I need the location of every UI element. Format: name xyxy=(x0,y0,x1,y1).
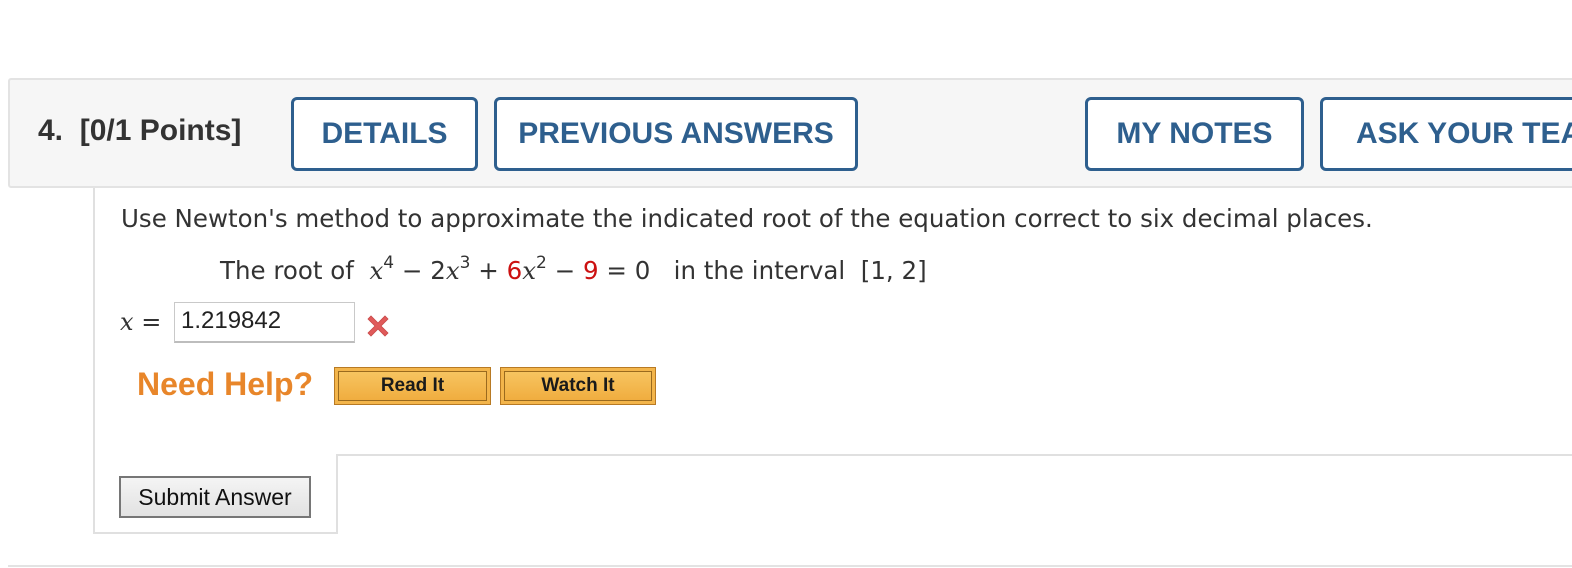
question-points-label: [0/1 Points] xyxy=(79,114,242,147)
eq-term3-var: x xyxy=(522,256,537,285)
question-number: 4. [0/1 Points] xyxy=(38,114,241,148)
answer-variable: x xyxy=(120,308,134,336)
eq-op2: + xyxy=(478,256,499,285)
divider xyxy=(8,565,1572,567)
eq-term2-exp: 3 xyxy=(459,252,471,273)
interval-prefix: in the interval xyxy=(673,256,846,285)
submit-panel-border-right xyxy=(336,454,338,534)
eq-term1-exp: 4 xyxy=(383,252,395,273)
answer-equals: = xyxy=(141,308,162,336)
equation-prefix: The root of xyxy=(220,256,354,285)
submit-panel-border-bottom xyxy=(93,532,338,534)
eq-term2-coef: 2 xyxy=(430,256,446,285)
eq-op3: − xyxy=(554,256,576,285)
eq-constant: 9 xyxy=(583,256,599,285)
problem-prompt: Use Newton's method to approximate the i… xyxy=(121,204,1373,233)
details-button[interactable]: DETAILS xyxy=(291,97,478,171)
question-page: 4. [0/1 Points] DETAILS PREVIOUS ANSWERS… xyxy=(0,0,1572,568)
need-help-label: Need Help? xyxy=(137,366,314,402)
question-body xyxy=(93,188,1572,534)
answer-input[interactable]: 1.219842 xyxy=(174,302,355,343)
eq-term3-exp: 2 xyxy=(536,252,547,273)
read-it-label: Read It xyxy=(338,371,487,401)
eq-equals: = 0 xyxy=(606,256,651,285)
previous-answers-button[interactable]: PREVIOUS ANSWERS xyxy=(494,97,858,171)
watch-it-label: Watch It xyxy=(504,371,652,401)
answer-label: x = xyxy=(120,308,161,336)
interval: [1, 2] xyxy=(860,256,927,285)
question-number-label: 4. xyxy=(38,114,64,147)
submit-panel-border xyxy=(337,454,1572,456)
eq-op1: − xyxy=(401,256,423,285)
equation-line: The root of x4 − 2x3 + 6x2 − 9 = 0 in th… xyxy=(220,252,927,285)
eq-term2-var: x xyxy=(445,256,460,285)
submit-answer-button[interactable]: Submit Answer xyxy=(119,476,311,518)
watch-it-button[interactable]: Watch It xyxy=(500,367,656,405)
ask-your-teacher-button[interactable]: ASK YOUR TEACHER xyxy=(1320,97,1572,171)
eq-term1-var: x xyxy=(369,256,384,285)
read-it-button[interactable]: Read It xyxy=(334,367,491,405)
equation: x4 − 2x3 + 6x2 − 9 = 0 xyxy=(369,252,658,285)
x-mark-icon xyxy=(367,315,389,337)
my-notes-button[interactable]: MY NOTES xyxy=(1085,97,1304,171)
eq-term3-coef: 6 xyxy=(506,256,523,285)
